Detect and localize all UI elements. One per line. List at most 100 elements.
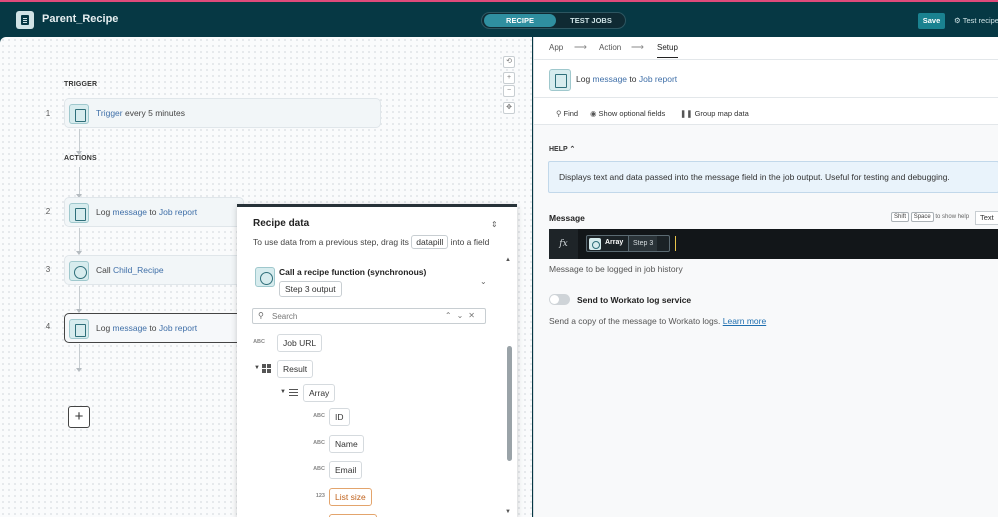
tab-test-jobs[interactable]: TEST JOBS bbox=[558, 14, 624, 27]
test-recipe-button[interactable]: ⚙ Test recipe bbox=[954, 16, 998, 25]
message-hint: Message to be logged in job history bbox=[549, 264, 683, 274]
crumb-setup[interactable]: Setup bbox=[657, 43, 678, 58]
help-toggle[interactable]: HELP ⌃ bbox=[549, 145, 575, 153]
datapill[interactable]: Array bbox=[303, 384, 336, 402]
expand-arrow-icon[interactable]: ▼ bbox=[254, 365, 260, 371]
view-switch: RECIPE TEST JOBS bbox=[481, 12, 626, 29]
object-icon bbox=[262, 364, 271, 373]
step-number: 3 bbox=[45, 265, 51, 274]
log-icon bbox=[69, 203, 89, 223]
show-optional-fields-button[interactable]: ◉ Show optional fields bbox=[590, 109, 665, 118]
step-number: 1 bbox=[45, 109, 51, 118]
chevron-up-icon: ⌃ bbox=[569, 146, 576, 153]
formula-icon[interactable]: fx bbox=[549, 229, 578, 259]
datapill[interactable]: List size bbox=[329, 488, 372, 506]
toggle-description: Send a copy of the message to Workato lo… bbox=[549, 316, 767, 326]
zoom-out-icon[interactable]: − bbox=[503, 85, 515, 97]
step-number: 2 bbox=[45, 207, 51, 216]
actions-section-label: ACTIONS bbox=[64, 155, 97, 162]
type-text-icon: ABC bbox=[313, 440, 325, 446]
workato-log-toggle[interactable] bbox=[549, 294, 570, 305]
recipe-title[interactable]: Parent_Recipe bbox=[42, 13, 118, 25]
connector-arrow bbox=[76, 167, 82, 198]
scroll-down-icon[interactable]: ▼ bbox=[505, 509, 511, 515]
arrow-right-icon: ⟶ bbox=[631, 42, 644, 52]
keyboard-hint: Shift Space to show help bbox=[891, 212, 969, 222]
log-icon bbox=[69, 319, 89, 339]
group-map-data-button[interactable]: ❚❚ Group map data bbox=[680, 109, 749, 118]
fit-view-icon[interactable]: ✥ bbox=[503, 102, 515, 114]
expand-arrow-icon[interactable]: ▼ bbox=[280, 389, 286, 395]
step-title: Log message to Job report bbox=[576, 74, 678, 84]
panel-step-section[interactable]: Call a recipe function (synchronous) Ste… bbox=[251, 263, 496, 305]
datapill[interactable]: Result bbox=[277, 360, 314, 378]
connector-line bbox=[76, 344, 82, 372]
message-field-label: Message bbox=[549, 213, 585, 223]
help-box: Displays text and data passed into the m… bbox=[548, 161, 998, 193]
step-log-message-selected[interactable]: Log message to Job report bbox=[64, 313, 244, 343]
datapill[interactable]: Email bbox=[329, 461, 363, 479]
search-icon: ⚲ bbox=[258, 311, 264, 320]
connector-arrow bbox=[76, 228, 82, 255]
datapill[interactable]: ID bbox=[329, 408, 350, 426]
log-icon bbox=[549, 69, 571, 91]
step-config-panel: App ⟶ Action ⟶ Setup Log message to Job … bbox=[533, 37, 998, 517]
help-text: Displays text and data passed into the m… bbox=[559, 172, 950, 182]
recipe-function-icon bbox=[589, 238, 601, 250]
save-button[interactable]: Save bbox=[918, 13, 945, 29]
find-button[interactable]: ⚲ Find bbox=[556, 109, 578, 118]
recipe-function-icon bbox=[255, 267, 275, 287]
panel-title: Recipe data bbox=[253, 218, 310, 229]
datapill-search[interactable]: ⚲ Search ⌃⌄✕ bbox=[252, 308, 486, 324]
connector-arrow bbox=[76, 129, 82, 155]
scroll-up-icon[interactable]: ▲ bbox=[505, 257, 511, 263]
step-text: Log message to Job report bbox=[96, 323, 198, 333]
scrollbar-thumb[interactable] bbox=[507, 346, 512, 461]
step-log-message[interactable]: Log message to Job report bbox=[64, 197, 244, 227]
recipe-function-icon bbox=[69, 261, 89, 281]
trigger-section-label: TRIGGER bbox=[64, 81, 98, 88]
type-number-icon: 123 bbox=[315, 493, 325, 499]
connector-arrow bbox=[76, 286, 82, 313]
crumb-app[interactable]: App bbox=[549, 43, 563, 52]
scheduler-icon bbox=[69, 104, 89, 124]
eye-icon: ◉ bbox=[590, 109, 597, 118]
list-icon bbox=[289, 389, 298, 396]
text-cursor bbox=[675, 236, 676, 251]
search-input[interactable]: Search bbox=[272, 312, 297, 321]
step-text: Log message to Job report bbox=[96, 207, 198, 217]
panel-step-title: Call a recipe function (synchronous) bbox=[279, 267, 427, 277]
breadcrumb: App ⟶ Action ⟶ Setup bbox=[534, 37, 998, 60]
top-bar: Parent_Recipe RECIPE TEST JOBS Save ⚙ Te… bbox=[0, 0, 998, 37]
step-output-badge: Step 3 output bbox=[279, 281, 342, 297]
arrow-right-icon: ⟶ bbox=[574, 42, 587, 52]
recipe-data-panel: Recipe data ⇕ To use data from a previou… bbox=[237, 204, 517, 517]
toggle-label: Send to Workato log service bbox=[577, 295, 692, 305]
array-datapill[interactable]: Array Step 3 bbox=[586, 235, 670, 252]
datapill[interactable]: Job URL bbox=[277, 334, 323, 352]
crumb-action[interactable]: Action bbox=[599, 43, 621, 52]
learn-more-link[interactable]: Learn more bbox=[723, 316, 766, 326]
search-controls[interactable]: ⌃⌄✕ bbox=[445, 311, 480, 320]
step-text: Trigger every 5 minutes bbox=[96, 108, 185, 118]
tab-recipe[interactable]: RECIPE bbox=[484, 14, 556, 27]
datapill-chip: datapill bbox=[411, 235, 449, 249]
step-trigger[interactable]: Trigger every 5 minutes bbox=[64, 98, 381, 128]
sort-icon[interactable]: ⇕ bbox=[491, 220, 498, 229]
datapill[interactable]: Name bbox=[329, 435, 364, 453]
message-input[interactable]: fx Array Step 3 bbox=[549, 229, 998, 259]
field-mode-select[interactable]: Text bbox=[975, 211, 998, 225]
group-icon: ❚❚ bbox=[680, 109, 693, 118]
add-step-button[interactable]: + bbox=[68, 406, 90, 428]
recipe-document-icon bbox=[16, 11, 34, 29]
chevron-down-icon[interactable]: ⌄ bbox=[480, 277, 487, 286]
step-number: 4 bbox=[45, 322, 51, 331]
step-text: Call Child_Recipe bbox=[96, 265, 164, 275]
step-call-recipe[interactable]: Call Child_Recipe bbox=[64, 255, 244, 285]
test-recipe-label: Test recipe bbox=[962, 16, 998, 25]
reset-view-icon[interactable]: ⟲ bbox=[503, 56, 515, 68]
type-text-icon: ABC bbox=[253, 339, 265, 345]
search-icon: ⚲ bbox=[556, 109, 562, 118]
zoom-in-icon[interactable]: + bbox=[503, 72, 515, 84]
datapill-step: Step 3 bbox=[628, 236, 658, 251]
